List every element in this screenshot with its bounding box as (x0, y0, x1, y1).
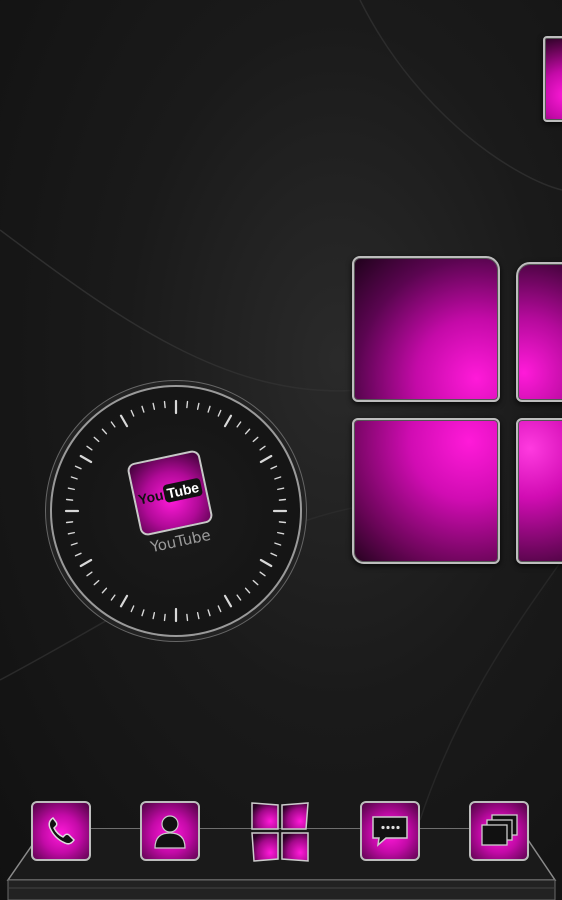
clock-minor-tick (74, 465, 82, 470)
clock-minor-tick (277, 531, 285, 535)
clock-minor-tick (65, 521, 74, 524)
clock-minor-tick (278, 498, 287, 501)
clock-major-tick (79, 558, 93, 568)
clock-minor-tick (86, 571, 93, 577)
clock-minor-tick (236, 421, 242, 428)
chat-bubble-icon (372, 816, 408, 847)
person-icon (154, 815, 186, 849)
clock-minor-tick (65, 498, 74, 501)
tile-bottom-left[interactable] (352, 418, 500, 564)
clock-minor-tick (274, 542, 282, 546)
clock-minor-tick (67, 487, 75, 491)
clock-minor-tick (110, 594, 116, 601)
clock-minor-tick (252, 436, 259, 443)
clock-major-tick (223, 594, 233, 608)
tile-bottom-right[interactable] (516, 418, 562, 564)
clock-major-tick (223, 414, 233, 428)
clock-minor-tick (236, 594, 242, 601)
clock-minor-tick (130, 605, 135, 613)
clock-minor-tick (93, 436, 100, 443)
clock-minor-tick (217, 409, 222, 417)
clock-minor-tick (196, 612, 200, 620)
clock-minor-tick (274, 476, 282, 480)
clock-minor-tick (86, 445, 93, 451)
clock-minor-tick (207, 609, 211, 617)
clock-minor-tick (74, 552, 82, 557)
clock-minor-tick (196, 402, 200, 410)
clock-minor-tick (259, 571, 266, 577)
clock-minor-tick (217, 605, 222, 613)
clock-minor-tick (278, 521, 287, 524)
clock-minor-tick (110, 421, 116, 428)
clock-major-tick (259, 558, 273, 568)
dock-phone-button[interactable] (31, 801, 91, 861)
youtube-app-icon[interactable]: You Tube (126, 449, 214, 537)
clock-minor-tick (101, 428, 108, 435)
clock-minor-tick (163, 400, 166, 409)
clock-major-tick (79, 454, 93, 464)
clock-minor-tick (130, 409, 135, 417)
youtube-logo-you: You (136, 486, 165, 508)
clock-minor-tick (277, 487, 285, 491)
clock-minor-tick (244, 428, 251, 435)
clock-minor-tick (152, 402, 156, 410)
clock-minor-tick (186, 613, 189, 622)
tile-top-left[interactable] (352, 256, 500, 402)
phone-icon (48, 816, 75, 845)
windows-grid-icon (251, 802, 309, 862)
clock-major-tick (119, 414, 129, 428)
youtube-logo-tube: Tube (162, 477, 204, 504)
tile-top-right[interactable] (516, 262, 562, 402)
clock-minor-tick (207, 405, 211, 413)
clock-minor-tick (93, 579, 100, 586)
clock-minor-tick (259, 445, 266, 451)
clock-minor-tick (244, 587, 251, 594)
clock-minor-tick (270, 465, 278, 470)
clock-minor-tick (70, 542, 78, 546)
clock-major-tick (259, 454, 273, 464)
dock-multitask-button[interactable] (469, 801, 529, 861)
dock-messaging-button[interactable] (360, 801, 420, 861)
widget-tile-partial-top[interactable] (543, 36, 562, 122)
clock-minor-tick (101, 587, 108, 594)
stacked-windows-icon (481, 814, 518, 846)
clock-minor-tick (70, 476, 78, 480)
dock-contacts-button[interactable] (140, 801, 200, 861)
clock-minor-tick (270, 552, 278, 557)
clock-minor-tick (186, 400, 189, 409)
clock-minor-tick (141, 609, 145, 617)
clock-minor-tick (152, 612, 156, 620)
clock-major-tick (119, 594, 129, 608)
youtube-logo: You Tube (136, 477, 204, 508)
clock-minor-tick (141, 405, 145, 413)
dock-app-drawer-button[interactable] (248, 801, 312, 863)
clock-minor-tick (163, 613, 166, 622)
clock-minor-tick (252, 579, 259, 586)
clock-minor-tick (67, 531, 75, 535)
